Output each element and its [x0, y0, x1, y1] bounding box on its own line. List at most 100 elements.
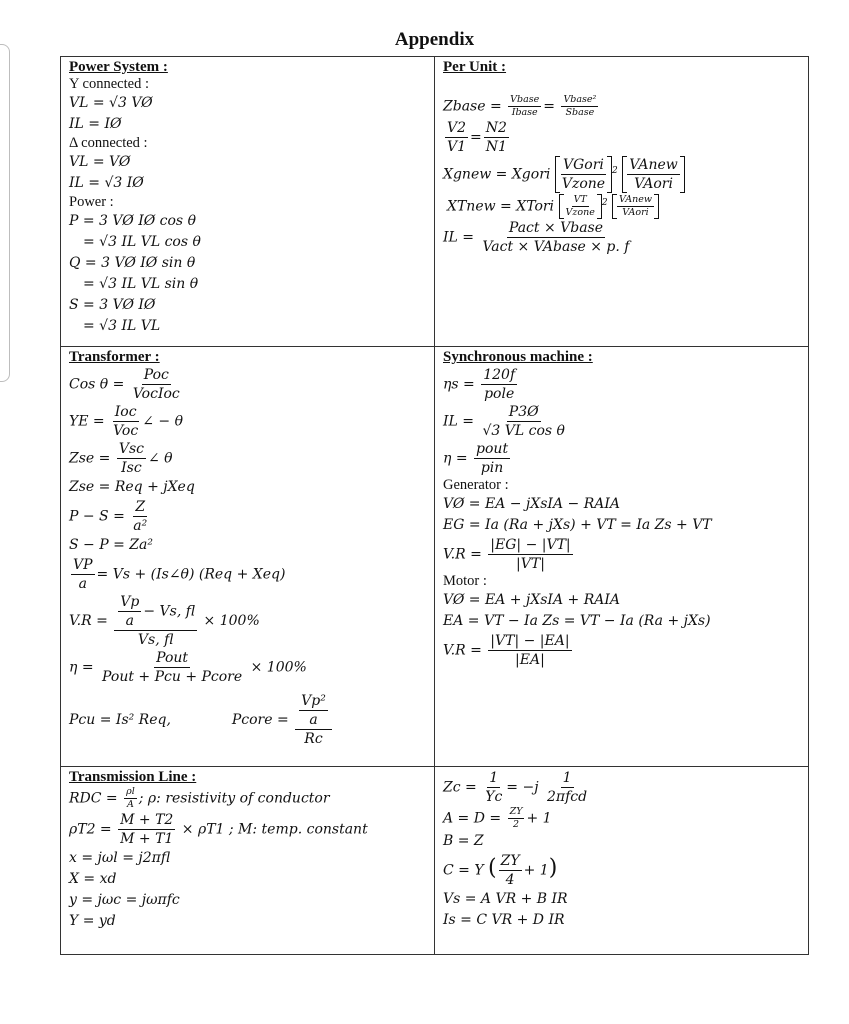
formula-d-il: IL = √3 IØ	[69, 175, 144, 191]
section-heading-transformer: Transformer :	[69, 349, 160, 365]
denominator: a	[125, 613, 135, 629]
numerator: P3Ø	[506, 404, 541, 422]
paren-close: )	[548, 855, 558, 881]
numerator: Vp a − Vs, fl	[114, 593, 198, 631]
eta-lhs: η =	[69, 659, 94, 676]
fraction: M + T2 M + T1	[118, 811, 176, 848]
formula-x-series: x = jωl = j2πfl	[69, 850, 171, 866]
formula-xgnew: Xgnew = Xgori VGori Vzone 2 VAnew VAori	[443, 156, 800, 193]
denominator: V1	[447, 139, 467, 155]
ad-lhs: A = D =	[443, 810, 502, 827]
abcd-parameters-cell: Zc = 1 Yc = −j 1 2πfcd A = D = ZY 2 + 1 B = Z…	[434, 766, 809, 955]
xtnew-lhs: XTnew = XTori	[447, 198, 555, 215]
ad-tail: + 1	[526, 810, 552, 827]
ns-lhs: ηs =	[443, 376, 475, 393]
ye-lhs: YE =	[69, 413, 105, 430]
formula-il-pu: IL = Pact × Vbase Vact × VAbase × p. f	[443, 219, 800, 256]
fraction: Pout Pout + Pcu + Pcore	[100, 649, 244, 686]
side-panel-handle[interactable]	[0, 44, 10, 382]
formula-s: S = 3 VØ IØ	[69, 297, 156, 313]
label-generator: Generator :	[443, 477, 509, 493]
denominator: Pout + Pcu + Pcore	[102, 669, 243, 685]
formula-zse-req: Zse = Req + jXeq	[69, 479, 195, 495]
c-lhs: C = Y	[443, 862, 484, 879]
fraction: Vbase² Sbase	[561, 94, 599, 119]
formula-p: P = 3 VØ IØ cos θ	[69, 213, 196, 229]
bracket: VT Vzone	[558, 194, 602, 220]
formula-s-alt: = √3 IL VL	[83, 318, 161, 334]
formula-efficiency: η = Pout Pout + Pcu + Pcore × 100%	[69, 649, 426, 686]
xgnew-lhs: Xgnew = Xgori	[443, 166, 551, 183]
pcu: Pcu = Is² Req,	[69, 712, 171, 728]
numerator: 120f	[481, 367, 518, 385]
denominator: M + T1	[120, 831, 174, 847]
fraction: ρl A	[124, 786, 137, 811]
denominator: a²	[133, 518, 148, 534]
denominator: |VT|	[516, 556, 545, 572]
numerator: ZY	[498, 853, 522, 871]
denominator: Voc	[113, 423, 139, 439]
numerator: Vp	[118, 594, 142, 612]
ps-lhs: P − S =	[69, 508, 125, 525]
numerator: N2	[483, 120, 509, 138]
fraction: Vbase Ibase	[508, 94, 542, 119]
formula-x-total: X = xd	[69, 871, 117, 887]
numerator: |EG| − |VT|	[488, 537, 573, 555]
fraction: |EG| − |VT| |VT|	[488, 536, 573, 573]
fraction: VGori Vzone	[560, 156, 607, 193]
section-heading-power-system: Power System :	[69, 59, 168, 75]
formula-q: Q = 3 VØ IØ sin θ	[69, 255, 196, 271]
numerator: ρl	[124, 786, 137, 799]
fraction: P3Ø √3 VL cos θ	[480, 403, 566, 440]
denominator: a	[78, 576, 87, 592]
denominator: Sbase	[565, 107, 595, 118]
formula-ye: YE = Ioc Voc ∠ − θ	[69, 403, 426, 440]
fraction: Ioc Voc	[111, 403, 140, 440]
numerator: pout	[474, 441, 511, 459]
numerator: VGori	[560, 157, 606, 175]
vr-lhs: V.R =	[443, 546, 482, 563]
formula-turns-ratio: V2 V1 = N2 N1	[445, 120, 509, 155]
numerator: Vsc	[116, 441, 146, 459]
numerator-tail: − Vs, fl	[143, 603, 196, 620]
fraction: |VT| − |EA| |EA|	[488, 632, 572, 669]
denominator: Vs, fl	[137, 632, 174, 648]
fraction: pout pin	[474, 440, 511, 477]
numerator: Vp²	[299, 693, 328, 711]
section-heading-transmission: Transmission Line :	[69, 769, 197, 785]
denominator: Yc	[485, 789, 503, 805]
numerator: Pout	[154, 650, 191, 668]
formula-mot-vphi: VØ = EA + jXsIA + RAIA	[443, 592, 620, 608]
denominator: pin	[480, 460, 504, 476]
formula-p-s: P − S = Za²	[69, 498, 426, 535]
transmission-line-cell: Transmission Line : RDC = ρl A; ρ: resist…	[60, 766, 435, 955]
numerator: Vbase	[508, 94, 542, 107]
denominator: √3 VL cos θ	[482, 423, 565, 439]
formula-gen-vphi: VØ = EA − jXsIA − RAIA	[443, 496, 620, 512]
fraction: VT Vzone	[564, 194, 597, 219]
il-lhs: IL =	[443, 229, 475, 246]
fraction: Vp a − Vs, fl Vs, fl	[114, 593, 198, 649]
denominator: 2	[513, 819, 520, 830]
numerator: V2	[445, 120, 469, 138]
numerator: Vp² a	[295, 692, 332, 730]
denominator: VocIoc	[132, 386, 180, 402]
numerator: M + T2	[118, 812, 176, 830]
fraction: ZY 4	[498, 852, 522, 889]
formula-d-vl: VL = VØ	[69, 154, 131, 170]
rdc-lhs: RDC =	[69, 790, 118, 807]
formula-rho-t2: ρT2 = M + T2 M + T1 × ρT1 ; M: temp. cons…	[69, 811, 426, 848]
formula-y-shunt: y = jωc = jωπfc	[69, 892, 180, 908]
page-title: Appendix	[394, 29, 475, 50]
formula-y-vl: VL = √3 VØ	[69, 95, 153, 111]
formula-zse: Zse = Vsc Isc ∠ θ	[69, 440, 426, 477]
label-motor: Motor :	[443, 573, 487, 589]
formula-rdc: RDC = ρl A; ρ: resistivity of conductor	[69, 786, 426, 811]
formula-mot-vr: V.R = |VT| − |EA| |EA|	[443, 632, 800, 669]
rho-lhs: ρT2 =	[69, 821, 112, 838]
synchronous-machine-cell: Synchronous machine : ηs = 120f pole IL =…	[434, 346, 809, 767]
formula-il-sync: IL = P3Ø √3 VL cos θ	[443, 403, 800, 440]
denominator: Rc	[304, 731, 323, 747]
formula-a-d: A = D = ZY 2 + 1	[443, 806, 800, 831]
fraction: Poc VocIoc	[131, 366, 182, 403]
